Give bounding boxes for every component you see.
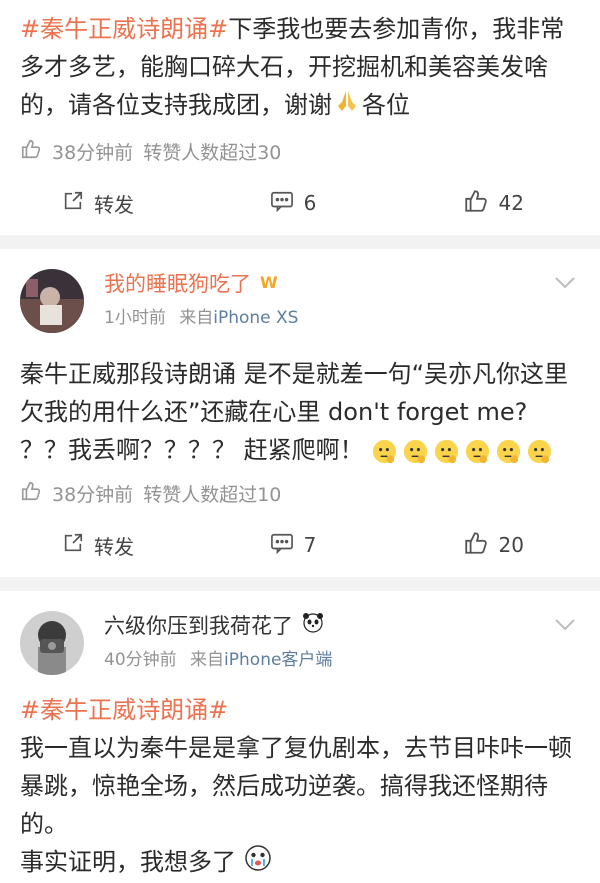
like-button[interactable]: 20 — [370, 530, 600, 561]
meta-time: 38分钟前 — [52, 141, 134, 164]
thinking-emoji-icon — [466, 439, 490, 463]
thinking-emoji-icon — [373, 439, 397, 463]
post-header: 我的睡眠狗吃了 W 1小时前 来自iPhone XS — [0, 249, 600, 351]
thumb-up-icon — [463, 188, 489, 219]
card-separator — [0, 577, 600, 591]
post-text-line2: 事实证明，我想多了 — [20, 848, 236, 876]
post-body: #秦牛正威诗朗诵#下季我也要去参加青你，我非常多才多艺，能胸口碎大石，开挖掘机和… — [0, 10, 600, 125]
user-info: 六级你压到我荷花了 40分钟前 来自iPhone客户端 — [104, 611, 580, 670]
repost-label: 转发 — [94, 534, 134, 559]
hashtag-link[interactable]: #秦牛正威诗朗诵# — [20, 696, 228, 724]
username-text: 我的睡眠狗吃了 — [104, 272, 251, 296]
thumb-up-icon — [20, 480, 42, 507]
meta-repost-info: 转赞人数超过10 — [143, 483, 282, 506]
username[interactable]: 六级你压到我荷花了 — [104, 611, 580, 641]
pray-hands-icon — [334, 87, 360, 125]
svg-text:W: W — [260, 273, 278, 291]
chevron-down-icon[interactable] — [554, 617, 576, 636]
emoji-row — [371, 438, 553, 465]
repost-icon — [62, 190, 84, 217]
thumb-up-icon — [463, 530, 489, 561]
comment-button[interactable]: 6 — [216, 190, 370, 217]
thumb-up-icon — [20, 138, 42, 165]
post-time: 1小时前 — [104, 308, 166, 328]
source-link[interactable]: iPhone客户端 — [224, 650, 332, 670]
comment-count: 7 — [303, 533, 317, 557]
meta-repost-info: 转赞人数超过30 — [143, 141, 282, 164]
action-bar: 转发 7 20 — [0, 513, 600, 577]
chevron-down-icon[interactable] — [554, 275, 576, 294]
post-time: 40分钟前 — [104, 650, 177, 670]
post-text-tail: 各位 — [362, 91, 410, 119]
post-subinfo: 40分钟前 来自iPhone客户端 — [104, 645, 580, 670]
post-subinfo: 1小时前 来自iPhone XS — [104, 303, 580, 328]
thinking-emoji-icon — [435, 439, 459, 463]
username[interactable]: 我的睡眠狗吃了 W — [104, 269, 580, 299]
repost-button[interactable]: 转发 — [0, 189, 216, 218]
post-header: 六级你压到我荷花了 40分钟前 来自iPhone客户端 — [0, 591, 600, 693]
post-text: 我一直以为秦牛是是拿了复仇剧本，去节目咔咔一顿暴跳，惊艳全场，然后成功逆袭。搞得… — [20, 734, 572, 838]
card-separator — [0, 235, 600, 249]
hashtag-link[interactable]: #秦牛正威诗朗诵# — [20, 15, 228, 43]
source-prefix: 来自 — [190, 650, 225, 670]
repost-label: 转发 — [94, 192, 134, 217]
thinking-emoji-icon — [528, 439, 552, 463]
like-count: 20 — [498, 533, 524, 557]
username-text: 六级你压到我荷花了 — [104, 614, 293, 638]
avatar[interactable] — [20, 611, 84, 675]
panda-icon — [301, 611, 325, 641]
user-info: 我的睡眠狗吃了 W 1小时前 来自iPhone XS — [104, 269, 580, 328]
comment-button[interactable]: 7 — [216, 532, 370, 559]
avatar[interactable] — [20, 269, 84, 333]
post-body: 秦牛正威那段诗朗诵 是不是就差一句“吴亦凡你这里欠我的用什么还”还藏在心里 do… — [0, 355, 600, 469]
repost-button[interactable]: 转发 — [0, 531, 216, 560]
post-meta: 38分钟前 转赞人数超过30 — [0, 131, 600, 171]
comment-icon — [270, 532, 294, 559]
post-meta: 38分钟前 转赞人数超过10 — [0, 473, 600, 513]
post-body: #秦牛正威诗朗诵# 我一直以为秦牛是是拿了复仇剧本，去节目咔咔一顿暴跳，惊艳全场… — [0, 691, 600, 883]
post-card-2: 我的睡眠狗吃了 W 1小时前 来自iPhone XS 秦牛正威那段诗朗诵 是不是… — [0, 249, 600, 577]
source-prefix: 来自 — [179, 308, 214, 328]
post-card-1: #秦牛正威诗朗诵#下季我也要去参加青你，我非常多才多艺，能胸口碎大石，开挖掘机和… — [0, 0, 600, 235]
repost-icon — [62, 532, 84, 559]
meta-time: 38分钟前 — [52, 483, 134, 506]
like-count: 42 — [498, 191, 524, 215]
source-link[interactable]: iPhone XS — [213, 308, 298, 328]
crying-face-emoji-icon — [244, 844, 272, 883]
like-button[interactable]: 42 — [370, 188, 600, 219]
comment-icon — [270, 190, 294, 217]
weibo-badge-icon: W — [259, 269, 283, 299]
comment-count: 6 — [303, 191, 317, 215]
action-bar: 转发 6 42 — [0, 171, 600, 235]
thinking-emoji-icon — [404, 439, 428, 463]
thinking-emoji-icon — [497, 439, 521, 463]
